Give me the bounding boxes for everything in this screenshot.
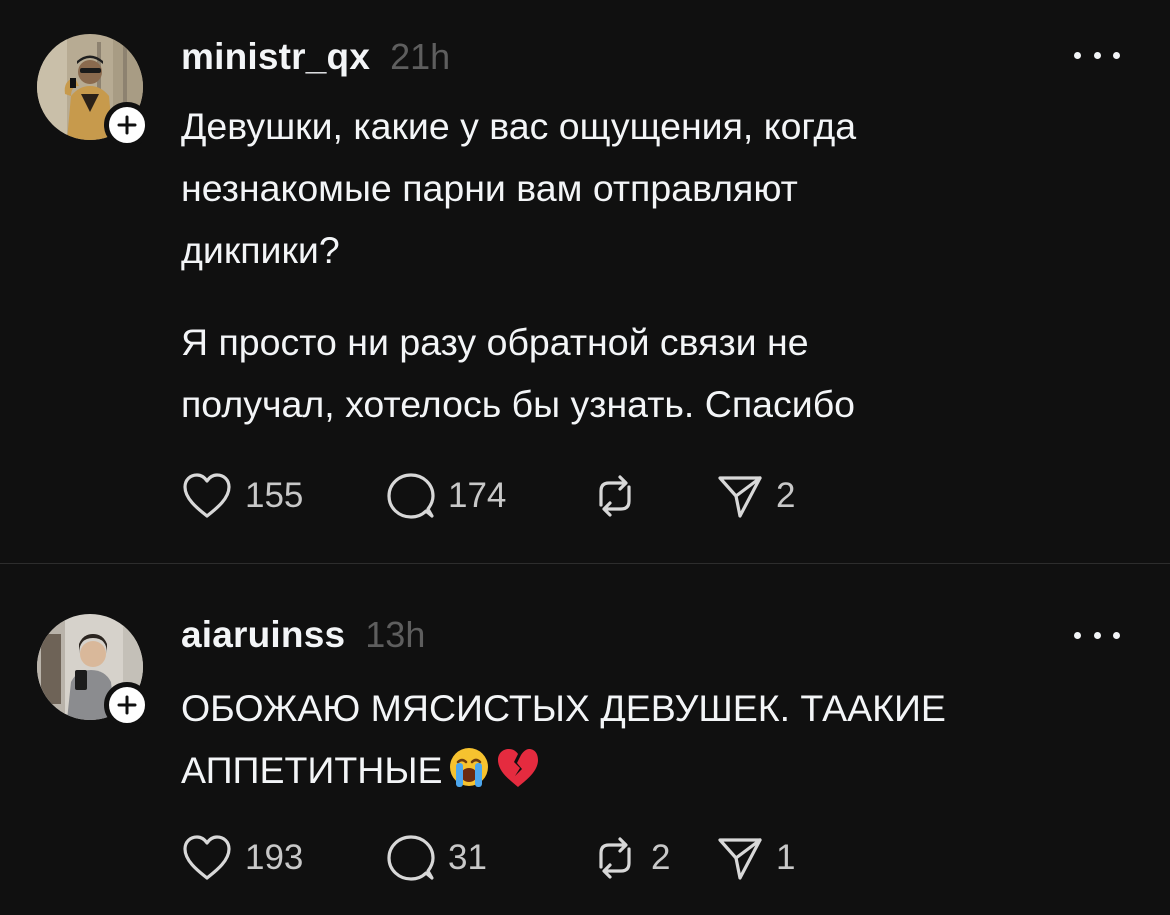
username[interactable]: ministr_qx	[181, 36, 370, 78]
repost-icon	[599, 475, 631, 517]
share-count: 2	[776, 476, 796, 515]
username[interactable]: aiaruinss	[181, 614, 345, 656]
reply-button[interactable]: 31	[386, 832, 487, 884]
post-header: ministr_qx 21h	[181, 36, 450, 78]
thread-post: aiaruinss 13h ОБОЖАЮ МЯСИСТЫХ ДЕВУШЕК. Т…	[0, 564, 1170, 915]
more-options-button[interactable]	[1074, 45, 1120, 65]
more-dot	[1093, 51, 1101, 59]
repost-count: 2	[651, 838, 671, 877]
plus-icon	[117, 695, 137, 715]
share-button[interactable]: 2	[716, 470, 795, 522]
more-dots-icon	[1074, 631, 1081, 639]
post-actions: 193 31 2 1	[181, 832, 881, 884]
reply-count: 174	[448, 476, 507, 515]
heart-icon	[183, 835, 231, 880]
repost-icon	[599, 837, 631, 879]
repost-button[interactable]	[591, 470, 651, 522]
post-text-line-with-emoji: АППЕТИТНЫЕ	[181, 739, 1141, 801]
post-text-line: незнакомые парни вам отправляют	[181, 167, 798, 209]
comment-icon	[387, 835, 435, 881]
post-text-line: ОБОЖАЮ МЯСИСТЫХ ДЕВУШЕК. ТААКИЕ	[181, 687, 946, 729]
repost-button[interactable]: 2	[591, 832, 670, 884]
send-icon	[718, 476, 762, 518]
post-timestamp[interactable]: 13h	[365, 614, 425, 656]
thread-post: ministr_qx 21h Девушки, какие у вас ощущ…	[0, 0, 1170, 563]
post-text-line: дикпики?	[181, 229, 340, 271]
more-dot	[1093, 631, 1101, 639]
post-paragraph: ОБОЖАЮ МЯСИСТЫХ ДЕВУШЕК. ТААКИЕ АППЕТИТН…	[181, 677, 1141, 801]
heart-icon	[183, 473, 231, 518]
post-header: aiaruinss 13h	[181, 614, 425, 656]
like-button[interactable]: 193	[181, 832, 303, 884]
post-text-line: Девушки, какие у вас ощущения, когда	[181, 105, 857, 147]
follow-button[interactable]	[104, 682, 150, 728]
comment-icon	[387, 473, 435, 519]
like-count: 193	[245, 838, 304, 877]
more-dot	[1113, 631, 1120, 639]
follow-button[interactable]	[104, 102, 150, 148]
post-actions: 155 174 2	[181, 470, 881, 522]
more-dots-icon	[1074, 51, 1081, 59]
broken-heart-emoji-icon	[497, 749, 538, 787]
plus-icon	[117, 115, 137, 135]
share-button[interactable]: 1	[716, 832, 795, 884]
avatar[interactable]	[37, 34, 150, 148]
post-paragraph: Я просто ни разу обратной связи не получ…	[181, 311, 1141, 435]
post-text-line: получал, хотелось бы узнать. Спасибо	[181, 383, 856, 425]
post-text: АППЕТИТНЫЕ	[181, 749, 443, 791]
loudly-crying-face-emoji-icon	[449, 748, 488, 787]
send-icon	[718, 838, 762, 880]
more-dot	[1113, 51, 1120, 59]
post-text-line: Я просто ни разу обратной связи не	[181, 321, 809, 363]
avatar[interactable]	[37, 614, 150, 728]
post-paragraph: Девушки, какие у вас ощущения, когда нез…	[181, 95, 1141, 281]
like-button[interactable]: 155	[181, 470, 303, 522]
post-timestamp[interactable]: 21h	[390, 36, 450, 78]
like-count: 155	[245, 476, 304, 515]
reply-count: 31	[448, 838, 487, 877]
share-count: 1	[776, 838, 796, 877]
more-options-button[interactable]	[1074, 625, 1120, 645]
reply-button[interactable]: 174	[386, 470, 506, 522]
